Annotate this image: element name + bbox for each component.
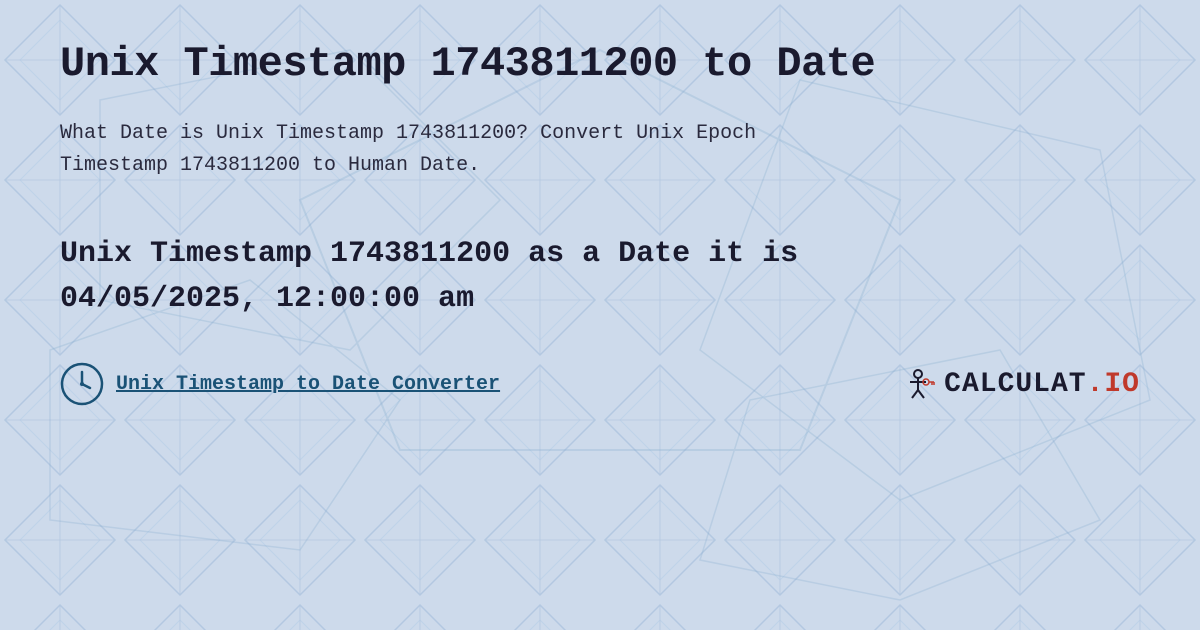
result-line2: 04/05/2025, 12:00:00 am bbox=[60, 282, 474, 316]
page-description: What Date is Unix Timestamp 1743811200? … bbox=[60, 118, 960, 182]
clock-icon bbox=[60, 362, 104, 406]
logo-icon bbox=[900, 366, 936, 402]
logo-text-highlight: .IO bbox=[1087, 369, 1140, 400]
page-title: Unix Timestamp 1743811200 to Date bbox=[60, 40, 1140, 88]
logo-text-main: CALCULAT bbox=[944, 369, 1086, 400]
footer-link[interactable]: Unix Timestamp to Date Converter bbox=[116, 373, 500, 396]
footer-left: Unix Timestamp to Date Converter bbox=[60, 362, 500, 406]
footer: Unix Timestamp to Date Converter CALCULA… bbox=[60, 362, 1140, 406]
description-line2: Timestamp 1743811200 to Human Date. bbox=[60, 154, 480, 177]
description-line1: What Date is Unix Timestamp 1743811200? … bbox=[60, 122, 756, 145]
result-text: Unix Timestamp 1743811200 as a Date it i… bbox=[60, 232, 1140, 322]
result-line1: Unix Timestamp 1743811200 as a Date it i… bbox=[60, 237, 798, 271]
result-section: Unix Timestamp 1743811200 as a Date it i… bbox=[60, 232, 1140, 322]
logo-area: CALCULAT.IO bbox=[900, 366, 1140, 402]
logo-text: CALCULAT.IO bbox=[944, 369, 1140, 400]
